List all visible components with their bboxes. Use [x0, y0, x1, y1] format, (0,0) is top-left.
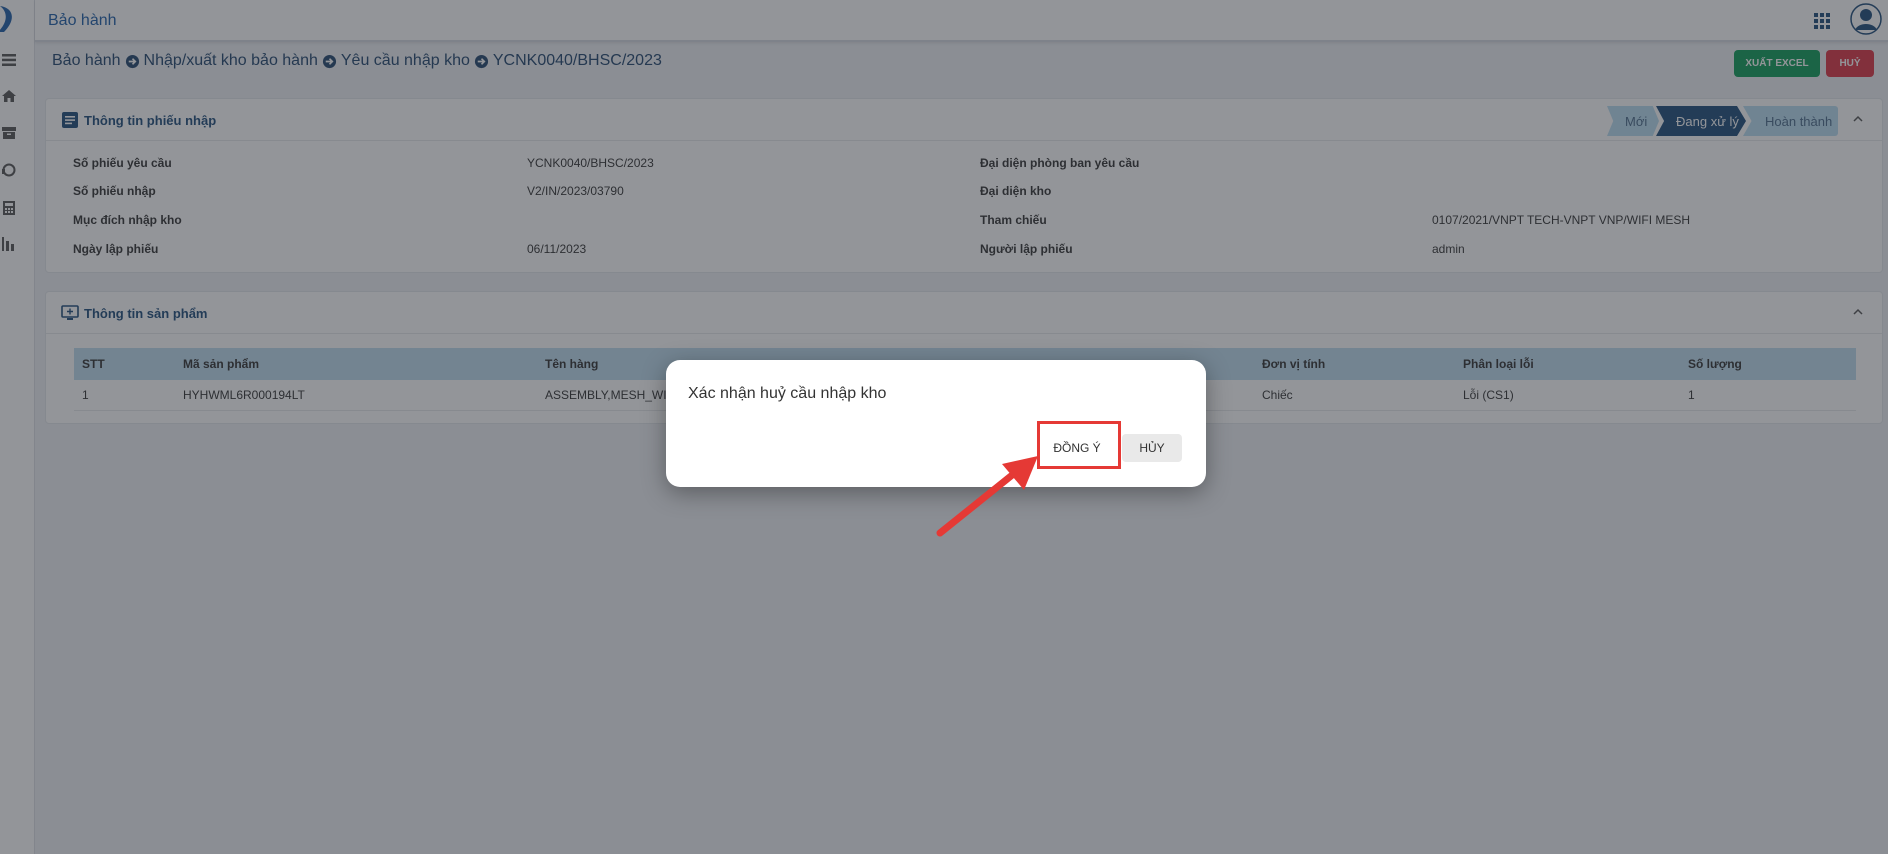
confirm-cancel-button[interactable]: HỦY [1122, 434, 1182, 462]
confirm-message: Xác nhận huỷ cầu nhập kho [688, 385, 887, 402]
annotation-arrow-icon [936, 456, 1038, 537]
